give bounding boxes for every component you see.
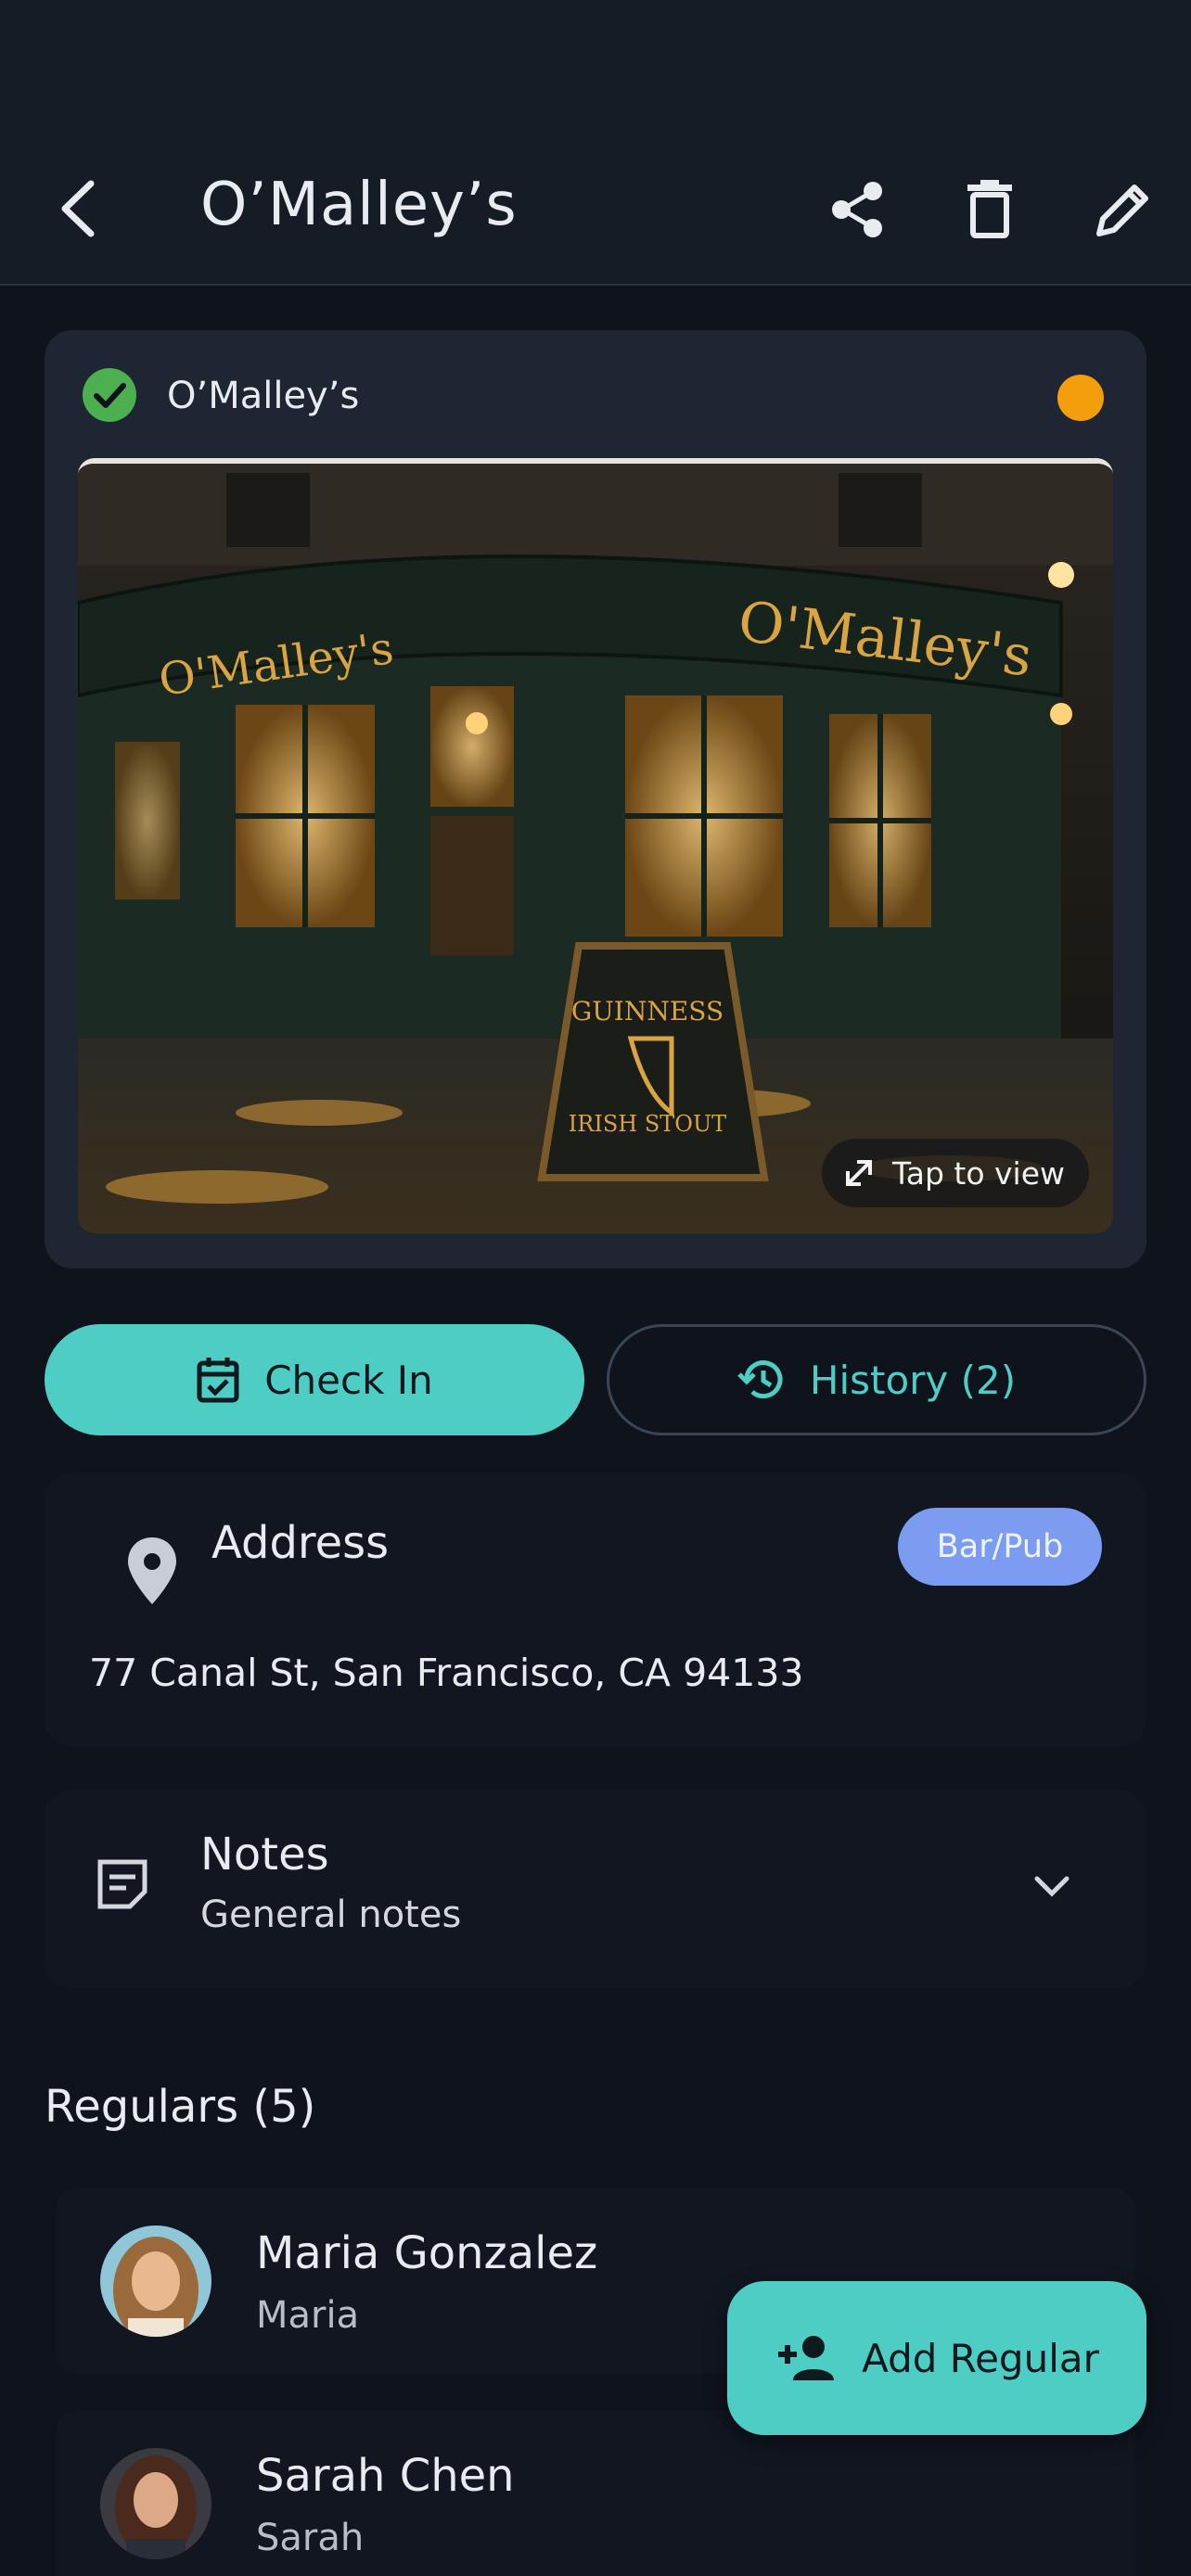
share-icon <box>832 182 882 237</box>
person-add-icon <box>778 2336 835 2380</box>
check-in-label: Check In <box>264 1357 433 1403</box>
delete-icon <box>967 180 1012 238</box>
place-name: O’Malley’s <box>167 375 360 417</box>
notes-section[interactable]: Notes General notes <box>45 1790 1146 1988</box>
top-app-bar: O’Malley’s <box>0 0 1191 286</box>
avatar <box>100 2225 211 2337</box>
place-card: O’Malley’s O'Malley's O'Malley's GUINNES… <box>45 330 1146 1269</box>
history-label: History (2) <box>809 1357 1017 1403</box>
tap-to-view-button[interactable]: Tap to view <box>822 1139 1089 1207</box>
edit-icon <box>1096 185 1148 236</box>
location-pin-icon <box>128 1537 176 1604</box>
regular-nickname: Sarah <box>256 2517 365 2559</box>
add-regular-button[interactable]: Add Regular <box>727 2281 1146 2435</box>
history-button[interactable]: History (2) <box>607 1324 1146 1435</box>
notes-title: Notes <box>200 1829 329 1881</box>
page-title: O’Malley’s <box>200 171 518 239</box>
board-line-2: IRISH STOUT <box>569 1111 726 1137</box>
notes-subtitle: General notes <box>200 1894 462 1936</box>
address-value[interactable]: 77 Canal St, San Francisco, CA 94133 <box>89 1651 804 1695</box>
list-item[interactable]: Sarah Chen Sarah <box>56 2411 1135 2576</box>
regulars-heading: Regulars (5) <box>45 2081 316 2133</box>
edit-button[interactable] <box>1091 172 1156 247</box>
screen: O’Malley’s O’Malley’s O'Malley's O'Malle… <box>0 0 1191 2576</box>
tap-to-view-label: Tap to view <box>892 1154 1065 1192</box>
address-section: Address Bar/Pub 77 Canal St, San Francis… <box>45 1473 1146 1747</box>
board-line-1: GUINNESS <box>571 996 724 1027</box>
address-label: Address <box>211 1517 390 1569</box>
pub-illustration: O'Malley's O'Malley's GUINNESS IRISH STO… <box>78 464 1113 1233</box>
regular-name: Maria Gonzalez <box>256 2227 598 2279</box>
check-circle-icon <box>83 368 136 422</box>
avatar <box>100 2448 211 2559</box>
add-regular-label: Add Regular <box>862 2335 1099 2381</box>
place-photo[interactable]: O'Malley's O'Malley's GUINNESS IRISH STO… <box>78 458 1113 1233</box>
calendar-check-icon <box>197 1358 239 1403</box>
back-button[interactable] <box>52 176 104 241</box>
regular-name: Sarah Chen <box>256 2450 515 2502</box>
history-icon <box>737 1360 783 1399</box>
chevron-down-icon[interactable] <box>1031 1866 1072 1906</box>
status-dot <box>1057 375 1104 421</box>
category-badge: Bar/Pub <box>898 1508 1102 1586</box>
delete-button[interactable] <box>957 172 1022 247</box>
regular-nickname: Maria <box>256 2294 360 2337</box>
expand-icon <box>846 1160 873 1186</box>
share-button[interactable] <box>826 172 890 247</box>
back-arrow-icon <box>61 180 95 237</box>
notes-icon <box>97 1859 147 1909</box>
check-in-button[interactable]: Check In <box>45 1324 584 1435</box>
